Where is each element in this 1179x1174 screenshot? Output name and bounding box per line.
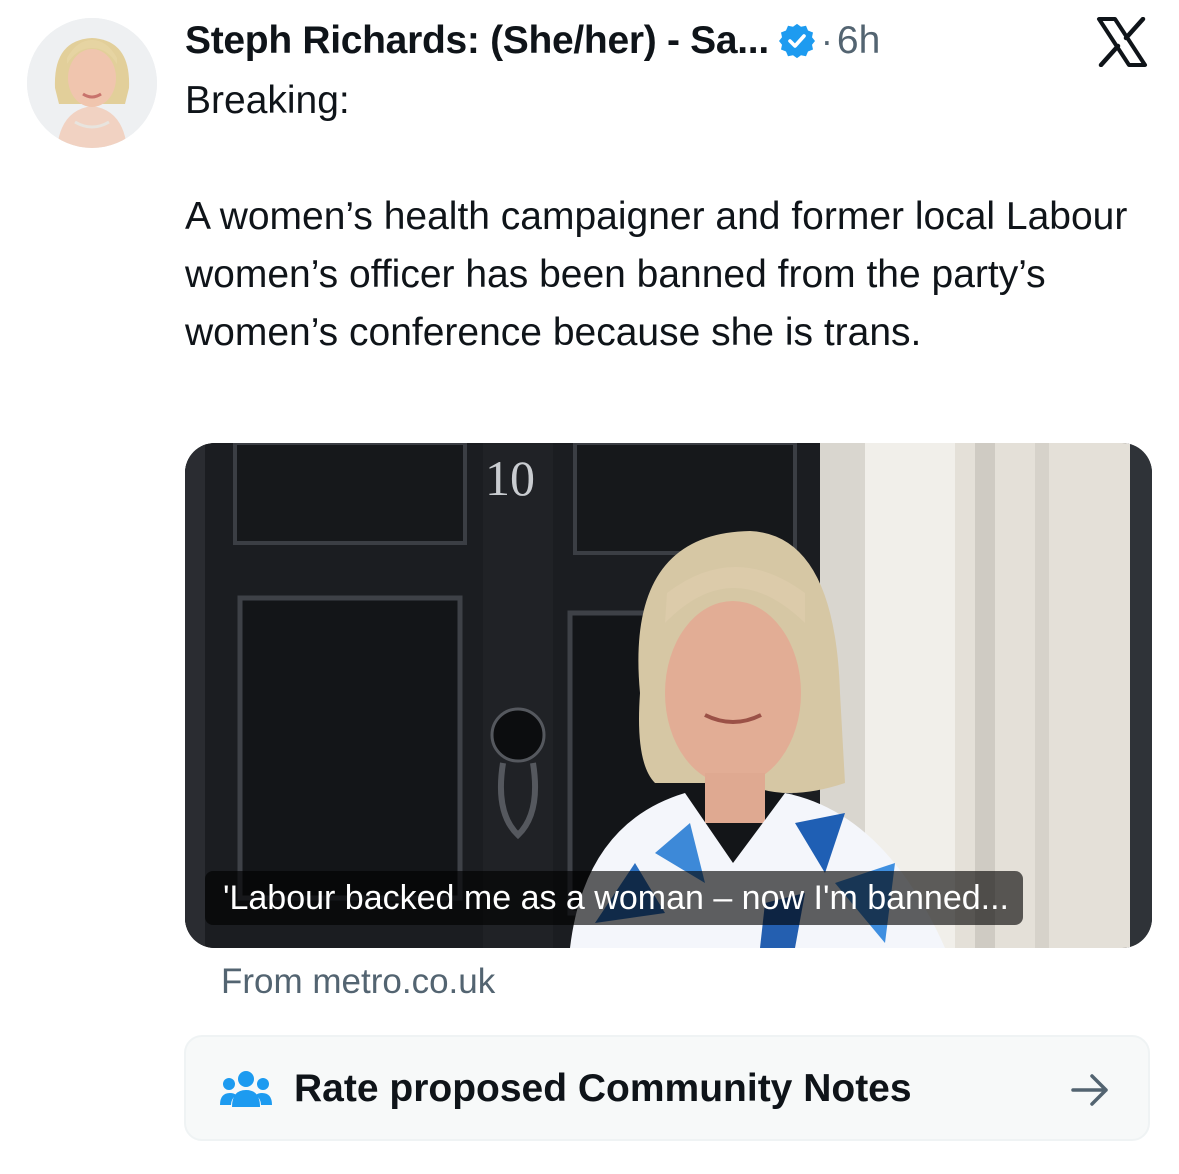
people-icon bbox=[220, 1069, 272, 1109]
link-source[interactable]: From metro.co.uk bbox=[221, 962, 495, 1002]
tweet-card[interactable]: Steph Richards: (She/her) - Sa... · 6h B… bbox=[0, 0, 1179, 1174]
link-preview-image[interactable]: 10 'Labour backed me as a woman – now I'… bbox=[185, 443, 1152, 948]
separator-dot: · bbox=[820, 20, 833, 61]
author-name[interactable]: Steph Richards: (She/her) - Sa... bbox=[185, 19, 769, 63]
door-number: 10 bbox=[485, 450, 535, 506]
tweet-header: Steph Richards: (She/her) - Sa... · 6h bbox=[185, 16, 880, 66]
community-notes-label: Rate proposed Community Notes bbox=[294, 1067, 912, 1110]
tweet-text: Breaking: A women’s health campaigner an… bbox=[185, 72, 1155, 362]
rate-community-notes-button[interactable]: Rate proposed Community Notes bbox=[184, 1035, 1150, 1141]
arrow-right-icon bbox=[1070, 1072, 1110, 1108]
tweet-text-breaking: Breaking: bbox=[185, 79, 350, 122]
avatar[interactable] bbox=[27, 18, 157, 148]
x-logo-icon[interactable] bbox=[1096, 16, 1148, 68]
link-preview-caption[interactable]: 'Labour backed me as a woman – now I'm b… bbox=[205, 871, 1024, 925]
timestamp[interactable]: 6h bbox=[837, 19, 880, 63]
verified-badge-icon bbox=[778, 23, 815, 59]
tweet-text-body: A women’s health campaigner and former l… bbox=[185, 195, 1128, 354]
